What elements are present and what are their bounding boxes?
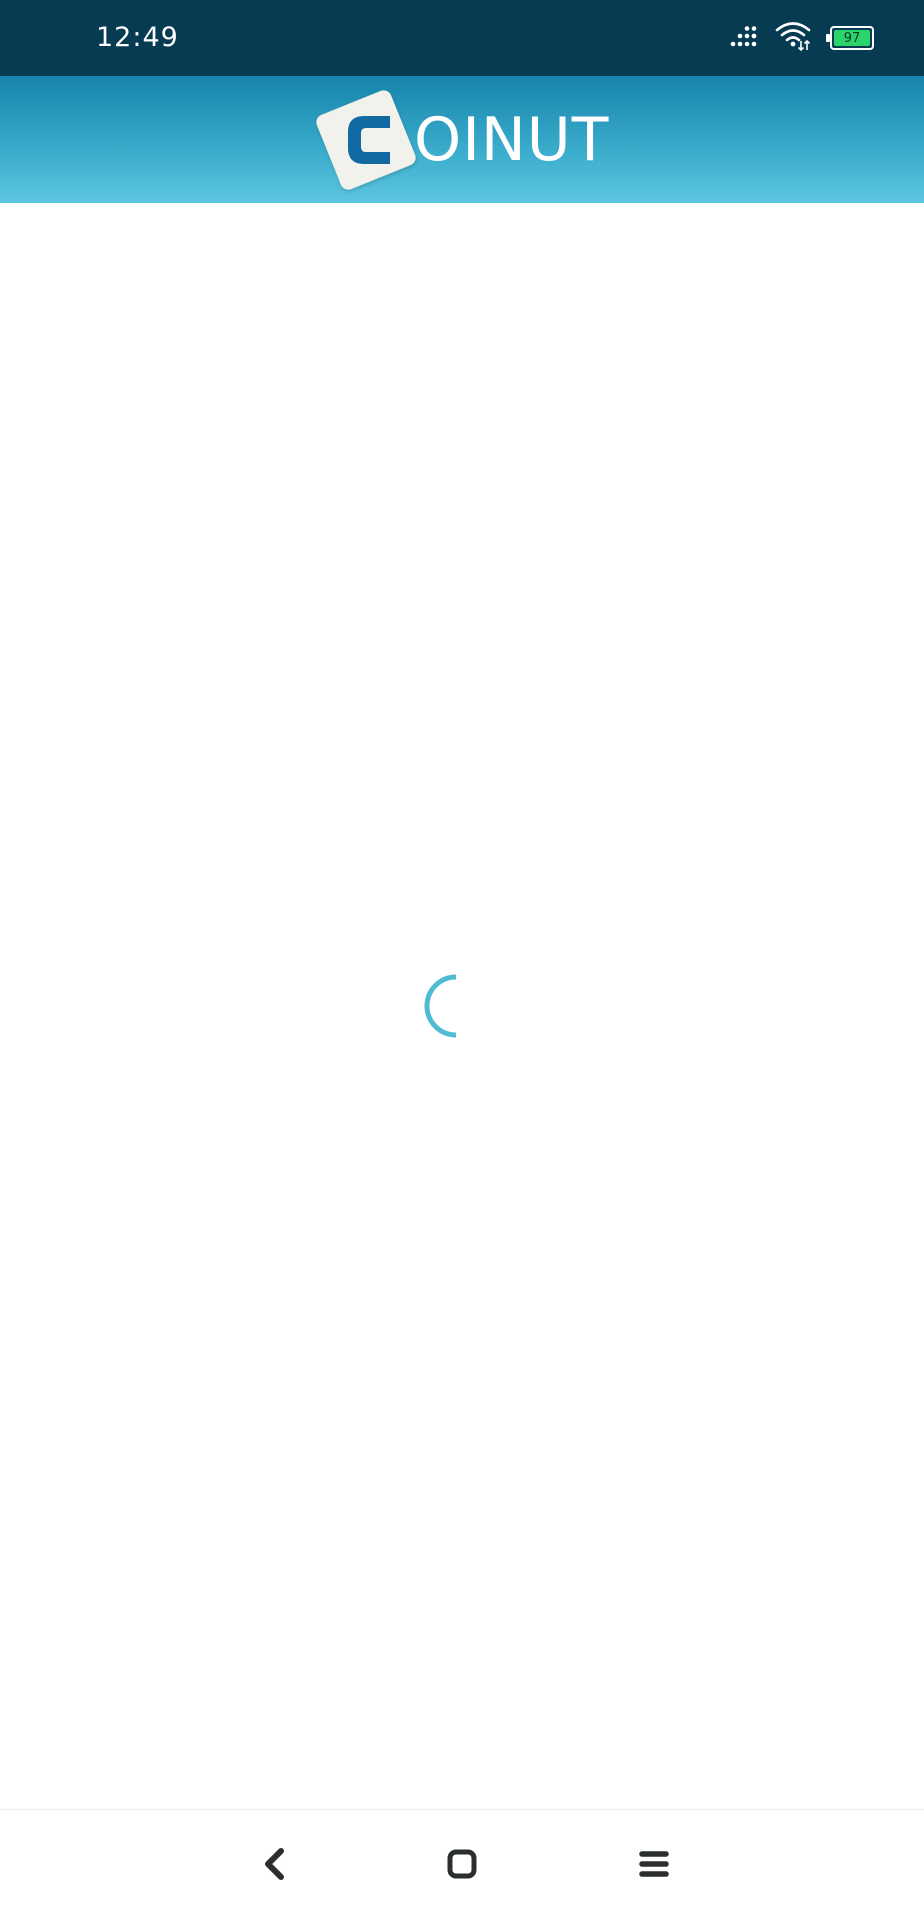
main-content (0, 203, 924, 1809)
recents-button[interactable] (632, 1844, 676, 1888)
home-icon (446, 1848, 478, 1884)
signal-icon (730, 25, 760, 51)
status-time: 12:49 (96, 22, 179, 53)
menu-icon (638, 1849, 670, 1883)
spinner-icon (422, 971, 492, 1041)
home-button[interactable] (440, 1844, 484, 1888)
app-header: OINUT (0, 76, 924, 203)
logo-c-icon (340, 108, 396, 172)
back-button[interactable] (252, 1844, 296, 1888)
logo-text: OINUT (414, 105, 610, 175)
screen: 12:49 97 OINUT (0, 0, 924, 1920)
coinut-logo: OINUT (313, 87, 610, 193)
back-icon (261, 1847, 287, 1885)
navigation-bar (0, 1809, 924, 1920)
status-icons: 97 (730, 22, 874, 54)
wifi-icon (774, 21, 812, 55)
battery-icon: 97 (826, 26, 874, 50)
battery-level: 97 (834, 30, 870, 46)
status-bar: 12:49 97 (0, 0, 924, 76)
